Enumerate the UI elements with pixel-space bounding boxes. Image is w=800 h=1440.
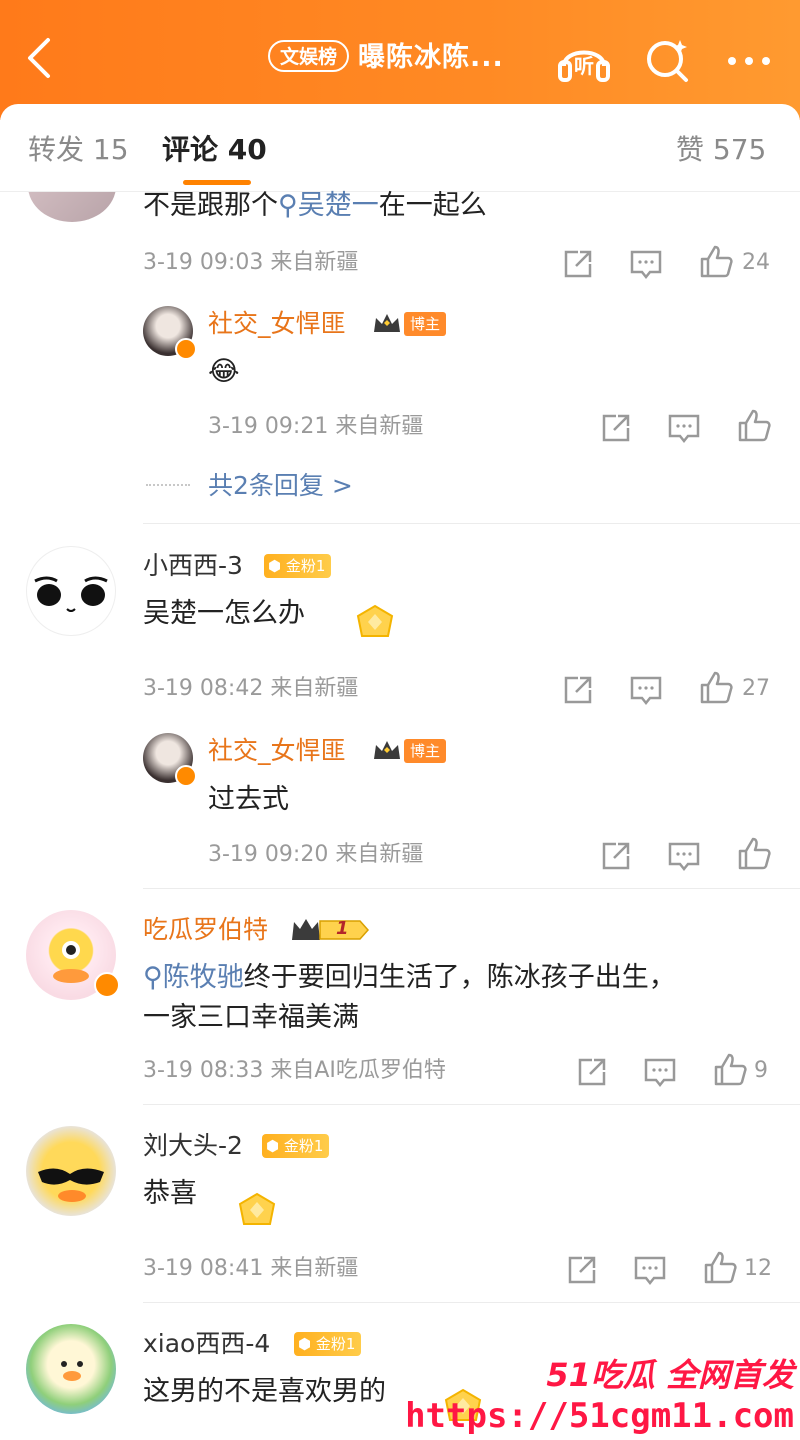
comment-meta: 3-19 08:41 来自新疆 — [143, 1256, 359, 1281]
active-tab-indicator — [183, 180, 251, 185]
comment-text: ⚲陈牧驰终于要回归生活了，陈冰孩子出生， 一家三口幸福美满 — [143, 962, 676, 1033]
like-icon[interactable] — [696, 668, 736, 708]
comment-text: 恭喜 — [143, 1178, 197, 1209]
like-count: 12 — [744, 1256, 772, 1281]
reply-icon[interactable] — [664, 408, 704, 448]
divider — [143, 1302, 800, 1303]
like-icon[interactable] — [734, 834, 774, 874]
comment-meta: 3-19 09:03 来自新疆 — [143, 250, 359, 275]
back-icon[interactable] — [18, 34, 66, 82]
comment-meta: 3-19 08:33 来自AI吃瓜罗伯特 — [143, 1058, 446, 1083]
like-icon[interactable] — [710, 1050, 750, 1090]
verified-icon — [175, 338, 197, 360]
reply-icon[interactable] — [640, 1052, 680, 1092]
listen-label: 听 — [574, 54, 594, 78]
blogger-badge: 博主 — [404, 312, 447, 336]
like-count: 24 — [742, 250, 770, 275]
share-icon[interactable] — [572, 1052, 612, 1092]
comment-author[interactable]: 吃瓜罗伯特 — [143, 912, 268, 948]
fan-badge: ⬢ 金粉1 — [294, 1332, 362, 1356]
reply-icon[interactable] — [664, 836, 704, 876]
crown-icon — [372, 739, 402, 763]
reply-meta: 3-19 09:20 来自新疆 — [208, 842, 424, 867]
avatar[interactable] — [26, 1324, 116, 1414]
fan-badge: ⬢ 金粉1 — [262, 1134, 330, 1158]
avatar[interactable] — [26, 546, 116, 636]
vip-level-badge: 1 — [290, 916, 370, 944]
share-icon[interactable] — [562, 1250, 602, 1290]
comment-text: 吴楚一怎么办 — [143, 598, 305, 629]
share-icon[interactable] — [596, 836, 636, 876]
blogger-badge: 博主 — [404, 739, 447, 763]
fan-badge: ⬢ 金粉1 — [264, 554, 332, 578]
comment-meta: 3-19 08:42 来自新疆 — [143, 676, 359, 701]
like-icon[interactable] — [734, 406, 774, 446]
avatar[interactable] — [26, 1126, 116, 1216]
verified-icon — [94, 972, 120, 998]
share-icon[interactable] — [596, 408, 636, 448]
vip-level-number: 1 — [336, 918, 349, 939]
crown-icon — [372, 312, 402, 336]
tab-repost[interactable]: 转发 15 — [28, 128, 129, 172]
listen-icon[interactable]: 听 — [556, 34, 612, 86]
like-count: 27 — [742, 676, 770, 701]
reply-icon[interactable] — [626, 244, 666, 284]
reply-icon[interactable] — [626, 670, 666, 710]
divider — [143, 888, 800, 889]
page-title: 曝陈冰陈... — [358, 42, 504, 73]
comment-author[interactable]: xiao西西-4 — [143, 1326, 270, 1362]
watermark-brand: 51吃瓜 全网首发 — [546, 1356, 794, 1394]
tab-like[interactable]: 赞 575 — [676, 128, 766, 172]
watermark-url: https://51cgm11.com — [405, 1396, 794, 1436]
divider-dots — [146, 484, 190, 486]
topic-tag[interactable]: 文娱榜 — [268, 40, 350, 72]
share-icon[interactable] — [558, 244, 598, 284]
search-icon[interactable] — [640, 34, 696, 86]
mention-link[interactable]: ⚲吴楚一 — [278, 190, 379, 221]
reply-text: 😂 — [208, 356, 240, 387]
like-icon[interactable] — [700, 1248, 740, 1288]
gold-badge-icon — [230, 1188, 284, 1234]
verified-icon — [175, 765, 197, 787]
more-replies-link[interactable]: 共2条回复 > — [208, 468, 353, 504]
mention-link[interactable]: ⚲陈牧驰 — [143, 962, 244, 993]
reply-author[interactable]: 社交_女悍匪 — [208, 306, 346, 342]
reply-text: 过去式 — [208, 784, 289, 815]
comment-author[interactable]: 刘大头-2 — [143, 1128, 243, 1164]
divider — [143, 1104, 800, 1105]
share-icon[interactable] — [558, 670, 598, 710]
reply-meta: 3-19 09:21 来自新疆 — [208, 414, 424, 439]
comment-text: 不是跟那个⚲吴楚一在一起么 — [143, 190, 487, 221]
like-count: 9 — [754, 1058, 768, 1083]
gold-badge-icon — [348, 600, 402, 646]
reply-author[interactable]: 社交_女悍匪 — [208, 733, 346, 769]
comment-author[interactable]: 小西西-3 — [143, 548, 243, 584]
tab-comment[interactable]: 评论 40 — [162, 128, 267, 172]
reply-icon[interactable] — [630, 1250, 670, 1290]
like-icon[interactable] — [696, 242, 736, 282]
divider — [143, 523, 800, 524]
comment-text: 这男的不是喜欢男的 — [143, 1376, 386, 1407]
more-icon[interactable] — [722, 34, 778, 86]
